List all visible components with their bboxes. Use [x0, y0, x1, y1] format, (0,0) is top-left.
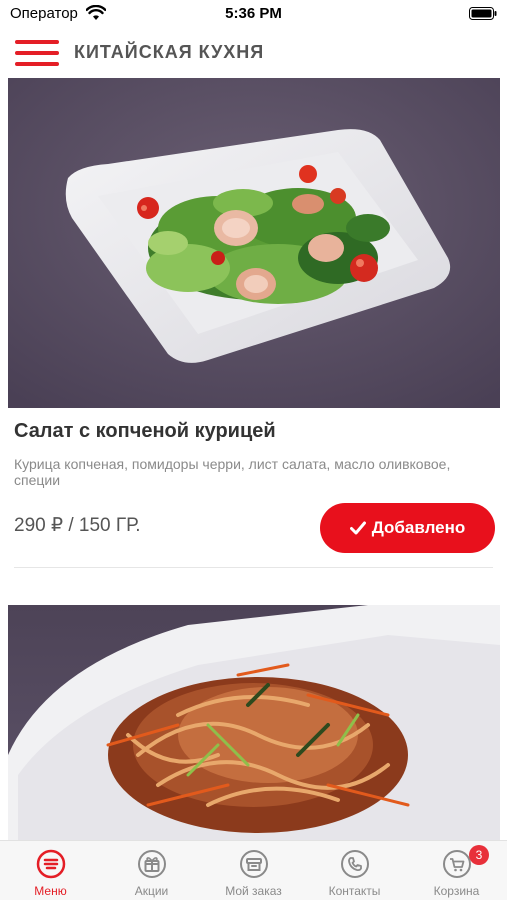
product-description: Курица копченая, помидоры черри, лист са… [14, 456, 451, 488]
tab-label: Корзина [433, 884, 480, 898]
product-feed[interactable]: Салат с копченой курицей Курица копченая… [0, 76, 507, 840]
tab-bar: Меню Акции Мой заказ Контакты 3 Корзина [0, 840, 507, 900]
tab-cart[interactable]: 3 Корзина [406, 841, 507, 900]
tab-label: Акции [134, 884, 169, 898]
clock: 5:36 PM [225, 5, 282, 22]
added-to-cart-button[interactable]: Добавлено [320, 503, 495, 553]
app-header: КИТАЙСКАЯ КУХНЯ [0, 28, 507, 76]
tab-label: Контакты [328, 884, 381, 898]
tab-label: Меню [34, 884, 67, 898]
order-box-icon [240, 850, 268, 878]
divider [14, 567, 493, 568]
phone-icon [341, 850, 369, 878]
product-price: 290 ₽ / 150 ГР. [14, 515, 141, 536]
tab-promo[interactable]: Акции [101, 841, 202, 900]
product-photo-salad[interactable] [8, 78, 500, 408]
tab-my-order[interactable]: Мой заказ [203, 841, 304, 900]
added-button-label: Добавлено [371, 518, 466, 537]
product-photo-noodles[interactable] [8, 605, 500, 840]
gift-icon [138, 850, 166, 878]
tab-contacts[interactable]: Контакты [304, 841, 405, 900]
product-title[interactable]: Салат с копченой курицей [14, 420, 276, 443]
check-icon [349, 521, 366, 535]
tab-label: Мой заказ [225, 884, 282, 898]
menu-list-icon [36, 849, 66, 879]
status-bar: Оператор 5:36 PM [0, 0, 507, 28]
page-title: КИТАЙСКАЯ КУХНЯ [74, 42, 265, 62]
hamburger-menu-icon[interactable] [15, 40, 59, 66]
tab-menu[interactable]: Меню [0, 841, 101, 900]
battery-icon [469, 7, 497, 20]
cart-count-badge: 3 [469, 845, 489, 865]
cart-icon [443, 850, 471, 878]
